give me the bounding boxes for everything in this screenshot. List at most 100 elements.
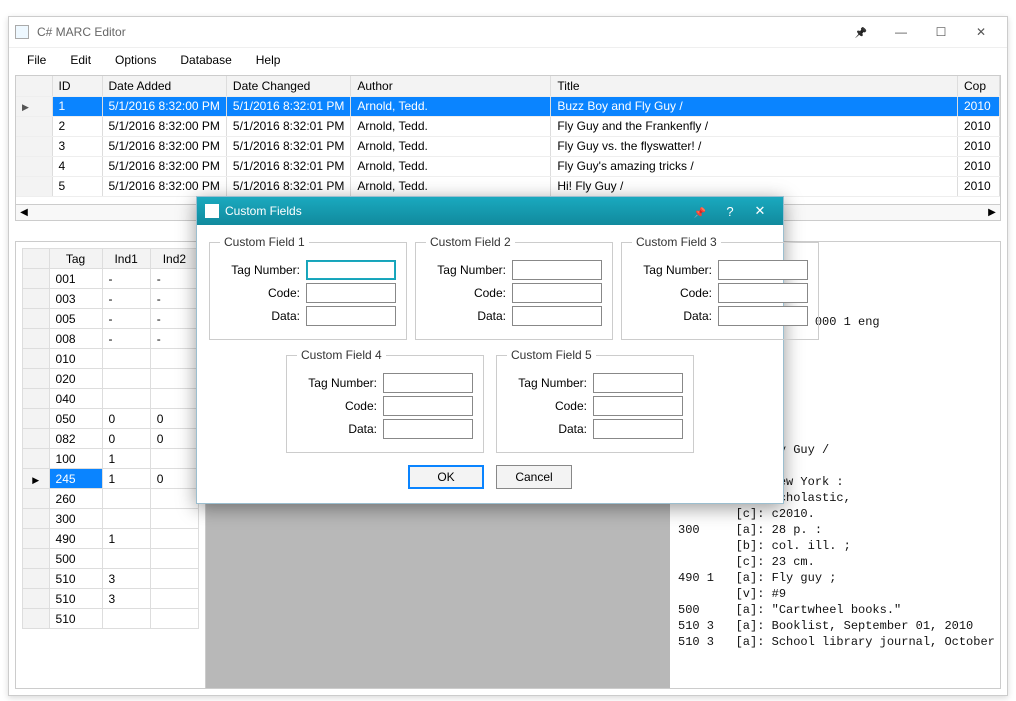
cell-copy: 2010	[958, 116, 1000, 136]
cell-changed: 5/1/2016 8:32:01 PM	[226, 136, 350, 156]
cf2-tag-input[interactable]	[512, 260, 602, 280]
table-row[interactable]: 45/1/2016 8:32:00 PM5/1/2016 8:32:01 PMA…	[16, 156, 1000, 176]
scroll-left-icon[interactable]: ◀	[16, 207, 32, 218]
dialog-close-button[interactable]	[745, 203, 775, 219]
tag-row[interactable]: 008--	[23, 329, 199, 349]
ind1-cell: 3	[102, 569, 150, 589]
cf3-code-input[interactable]	[718, 283, 808, 303]
col-date-changed[interactable]: Date Changed	[226, 76, 350, 96]
tag-row[interactable]: 020	[23, 369, 199, 389]
pin-button[interactable]	[841, 18, 881, 46]
cell-added: 5/1/2016 8:32:00 PM	[102, 156, 226, 176]
tag-col-ind1[interactable]: Ind1	[102, 249, 150, 269]
tag-row[interactable]: 003--	[23, 289, 199, 309]
cell-id: 2	[52, 116, 102, 136]
col-id[interactable]: ID	[52, 76, 102, 96]
tag-row[interactable]: 5103	[23, 569, 199, 589]
tag-col-tag[interactable]: Tag	[49, 249, 102, 269]
cf4-tag-label: Tag Number:	[297, 376, 377, 390]
menu-file[interactable]: File	[15, 50, 58, 70]
cf1-tag-label: Tag Number:	[220, 263, 300, 277]
menu-edit[interactable]: Edit	[58, 50, 103, 70]
tag-cell: 040	[49, 389, 102, 409]
cf4-data-input[interactable]	[383, 419, 473, 439]
tag-col-ind2[interactable]: Ind2	[150, 249, 198, 269]
tag-row[interactable]: 05000	[23, 409, 199, 429]
col-copyright[interactable]: Cop	[958, 76, 1000, 96]
cell-author: Arnold, Tedd.	[351, 96, 551, 116]
cell-author: Arnold, Tedd.	[351, 156, 551, 176]
cf5-tag-input[interactable]	[593, 373, 683, 393]
tag-row[interactable]: 5103	[23, 589, 199, 609]
cell-added: 5/1/2016 8:32:00 PM	[102, 136, 226, 156]
tag-row[interactable]: 300	[23, 509, 199, 529]
menu-options[interactable]: Options	[103, 50, 168, 70]
ind2-cell	[150, 489, 198, 509]
app-icon	[15, 25, 29, 39]
menu-database[interactable]: Database	[168, 50, 243, 70]
cf2-code-input[interactable]	[512, 283, 602, 303]
table-row[interactable]: 35/1/2016 8:32:00 PM5/1/2016 8:32:01 PMA…	[16, 136, 1000, 156]
tag-row[interactable]: 260	[23, 489, 199, 509]
cell-title: Fly Guy and the Frankenfly /	[551, 116, 958, 136]
cf4-code-label: Code:	[297, 399, 377, 413]
cell-title: Fly Guy vs. the flyswatter! /	[551, 136, 958, 156]
tag-rowhead-blank	[23, 249, 50, 269]
cf1-tag-input[interactable]	[306, 260, 396, 280]
col-author[interactable]: Author	[351, 76, 551, 96]
ind1-cell: -	[102, 269, 150, 289]
tag-cell: 510	[49, 589, 102, 609]
tag-row[interactable]: 005--	[23, 309, 199, 329]
tag-cell: 005	[49, 309, 102, 329]
tag-row[interactable]: 001--	[23, 269, 199, 289]
ok-button[interactable]: OK	[408, 465, 484, 489]
col-date-added[interactable]: Date Added	[102, 76, 226, 96]
cf5-data-input[interactable]	[593, 419, 683, 439]
minimize-button[interactable]	[881, 18, 921, 46]
cf3-tag-input[interactable]	[718, 260, 808, 280]
cell-title: Buzz Boy and Fly Guy /	[551, 96, 958, 116]
cf1-data-input[interactable]	[306, 306, 396, 326]
menu-help[interactable]: Help	[244, 50, 293, 70]
tag-cell: 001	[49, 269, 102, 289]
tag-row[interactable]: 1001	[23, 449, 199, 469]
tag-row[interactable]: 4901	[23, 529, 199, 549]
dialog-pin-button[interactable]	[685, 204, 715, 219]
table-row[interactable]: 15/1/2016 8:32:00 PM5/1/2016 8:32:01 PMA…	[16, 96, 1000, 116]
ind1-cell	[102, 609, 150, 629]
close-button[interactable]	[961, 18, 1001, 46]
dialog-help-button[interactable]	[715, 204, 745, 219]
cell-changed: 5/1/2016 8:32:01 PM	[226, 176, 350, 196]
tag-row[interactable]: 510	[23, 609, 199, 629]
cf4-tag-input[interactable]	[383, 373, 473, 393]
cf2-legend: Custom Field 2	[426, 235, 515, 249]
scroll-right-icon[interactable]: ▶	[984, 207, 1000, 218]
cf1-code-input[interactable]	[306, 283, 396, 303]
table-row[interactable]: 25/1/2016 8:32:00 PM5/1/2016 8:32:01 PMA…	[16, 116, 1000, 136]
tag-row[interactable]: 010	[23, 349, 199, 369]
ind1-cell: 1	[102, 449, 150, 469]
cf4-legend: Custom Field 4	[297, 348, 386, 362]
cf4-data-label: Data:	[297, 422, 377, 436]
cell-id: 1	[52, 96, 102, 116]
cf3-data-input[interactable]	[718, 306, 808, 326]
dialog-titlebar[interactable]: Custom Fields	[197, 197, 783, 225]
ind2-cell: 0	[150, 409, 198, 429]
tag-row[interactable]: 08200	[23, 429, 199, 449]
maximize-button[interactable]	[921, 18, 961, 46]
cell-copy: 2010	[958, 96, 1000, 116]
cf5-code-input[interactable]	[593, 396, 683, 416]
tag-row[interactable]: 500	[23, 549, 199, 569]
ind1-cell	[102, 549, 150, 569]
cancel-button[interactable]: Cancel	[496, 465, 572, 489]
ind1-cell: 0	[102, 429, 150, 449]
cell-copy: 2010	[958, 156, 1000, 176]
tag-row[interactable]: 040	[23, 389, 199, 409]
tag-row[interactable]: ▶24510	[23, 469, 199, 489]
records-grid[interactable]: ID Date Added Date Changed Author Title …	[15, 75, 1001, 205]
table-row[interactable]: 55/1/2016 8:32:00 PM5/1/2016 8:32:01 PMA…	[16, 176, 1000, 196]
tags-panel[interactable]: Tag Ind1 Ind2 001--003--005--008--010020…	[16, 242, 206, 688]
col-title[interactable]: Title	[551, 76, 958, 96]
cf4-code-input[interactable]	[383, 396, 473, 416]
cf2-data-input[interactable]	[512, 306, 602, 326]
